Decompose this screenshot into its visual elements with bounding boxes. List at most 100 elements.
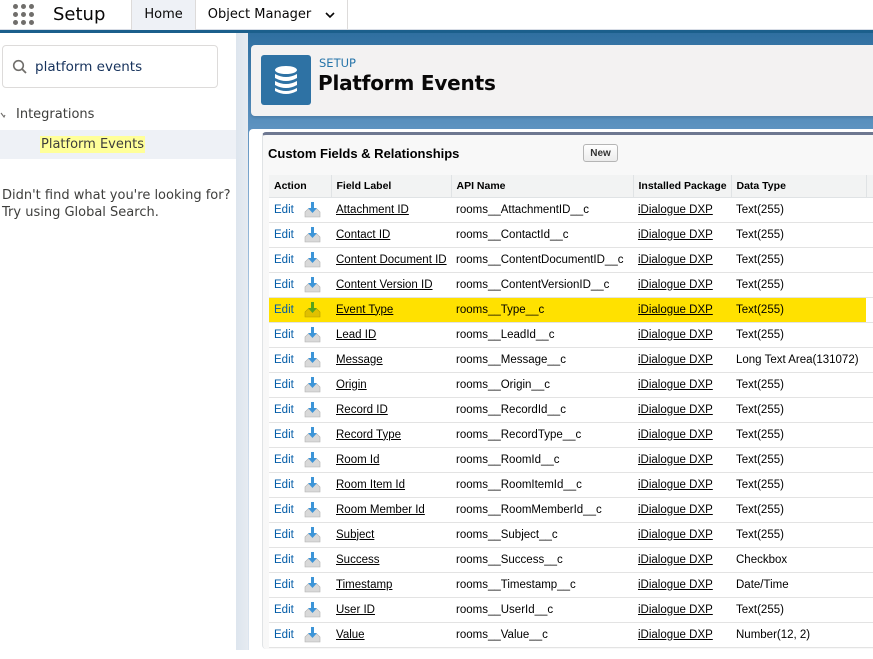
table-row: Edit Timestamp rooms__Timestamp__c iDial… — [269, 572, 873, 598]
managed-package-field-icon — [304, 477, 321, 493]
edit-link[interactable]: Edit — [274, 604, 294, 616]
data-type-cell: Text(255) — [731, 422, 866, 448]
installed-package-link[interactable]: iDialogue DXP — [638, 229, 713, 241]
installed-package-link[interactable]: iDialogue DXP — [638, 579, 713, 591]
installed-package-link[interactable]: iDialogue DXP — [638, 454, 713, 466]
installed-package-cell: iDialogue DXP — [633, 472, 731, 498]
installed-package-link[interactable]: iDialogue DXP — [638, 254, 713, 266]
field-label-link[interactable]: Value — [336, 629, 365, 641]
field-label-link[interactable]: Timestamp — [336, 579, 392, 591]
installed-package-link[interactable]: iDialogue DXP — [638, 204, 713, 216]
edit-link[interactable]: Edit — [274, 354, 294, 366]
table-row: Edit Lead ID rooms__LeadId__c iDialogue … — [269, 322, 873, 348]
installed-package-link[interactable]: iDialogue DXP — [638, 429, 713, 441]
installed-package-link[interactable]: iDialogue DXP — [638, 479, 713, 491]
action-cell: Edit — [269, 372, 299, 398]
edit-link[interactable]: Edit — [274, 479, 294, 491]
column-header-installed-package[interactable]: Installed Package — [633, 175, 732, 198]
managed-package-field-icon — [304, 252, 321, 268]
edit-link[interactable]: Edit — [274, 254, 294, 266]
field-label-link[interactable]: Origin — [336, 379, 367, 391]
installed-package-link[interactable]: iDialogue DXP — [638, 329, 713, 341]
installed-package-cell: iDialogue DXP — [633, 522, 731, 548]
edit-link[interactable]: Edit — [274, 329, 294, 341]
field-label-link[interactable]: Content Document ID — [336, 254, 447, 266]
icon-cell — [299, 322, 331, 348]
edit-link[interactable]: Edit — [274, 204, 294, 216]
extra-cell — [866, 222, 873, 248]
managed-package-field-icon — [304, 452, 321, 468]
installed-package-link[interactable]: iDialogue DXP — [638, 504, 713, 516]
icon-cell — [299, 372, 331, 398]
tab-object-manager-label: Object Manager — [207, 7, 312, 22]
edit-link[interactable]: Edit — [274, 379, 294, 391]
quick-find-search[interactable] — [2, 45, 218, 88]
extra-cell — [866, 522, 873, 548]
edit-link[interactable]: Edit — [274, 579, 294, 591]
tree-group-integrations[interactable]: Integrations — [0, 103, 236, 125]
icon-cell — [299, 522, 331, 548]
field-label-link[interactable]: Subject — [336, 529, 374, 541]
field-label-cell: Origin — [331, 372, 451, 398]
installed-package-cell: iDialogue DXP — [633, 372, 731, 398]
field-label-link[interactable]: Content Version ID — [336, 279, 433, 291]
managed-package-field-icon — [304, 202, 321, 218]
field-label-link[interactable]: User ID — [336, 604, 375, 616]
installed-package-cell: iDialogue DXP — [633, 322, 731, 348]
edit-link[interactable]: Edit — [274, 404, 294, 416]
app-launcher-button[interactable] — [6, 0, 40, 30]
tree-item-platform-events[interactable]: Platform Events — [0, 130, 236, 159]
field-label-link[interactable]: Record ID — [336, 404, 388, 416]
edit-link[interactable]: Edit — [274, 504, 294, 516]
tree-group-label: Integrations — [16, 106, 95, 122]
tab-object-manager[interactable]: Object Manager — [194, 0, 349, 30]
field-label-link[interactable]: Success — [336, 554, 379, 566]
field-label-cell: Timestamp — [331, 572, 451, 598]
data-type-cell: Text(255) — [731, 272, 866, 298]
edit-link[interactable]: Edit — [274, 554, 294, 566]
installed-package-link[interactable]: iDialogue DXP — [638, 604, 713, 616]
data-type-cell: Text(255) — [731, 447, 866, 473]
edit-link[interactable]: Edit — [274, 454, 294, 466]
installed-package-link[interactable]: iDialogue DXP — [638, 304, 713, 316]
edit-link[interactable]: Edit — [274, 304, 294, 316]
edit-link[interactable]: Edit — [274, 429, 294, 441]
column-header-data-type[interactable]: Data Type — [731, 175, 867, 198]
edit-link[interactable]: Edit — [274, 529, 294, 541]
field-label-link[interactable]: Attachment ID — [336, 204, 409, 216]
managed-package-field-icon — [304, 502, 321, 518]
installed-package-link[interactable]: iDialogue DXP — [638, 404, 713, 416]
edit-link[interactable]: Edit — [274, 279, 294, 291]
action-cell: Edit — [269, 347, 299, 373]
field-label-link[interactable]: Contact ID — [336, 229, 390, 241]
installed-package-link[interactable]: iDialogue DXP — [638, 629, 713, 641]
installed-package-link[interactable]: iDialogue DXP — [638, 529, 713, 541]
new-field-button[interactable]: New — [583, 144, 618, 162]
field-label-link[interactable]: Lead ID — [336, 329, 376, 341]
api-name-cell: rooms__Timestamp__c — [451, 572, 633, 598]
field-label-link[interactable]: Event Type — [336, 304, 393, 316]
edit-link[interactable]: Edit — [274, 629, 294, 641]
edit-link[interactable]: Edit — [274, 229, 294, 241]
action-cell: Edit — [269, 547, 299, 573]
field-label-link[interactable]: Room Item Id — [336, 479, 405, 491]
tab-home[interactable]: Home — [131, 0, 195, 30]
installed-package-link[interactable]: iDialogue DXP — [638, 354, 713, 366]
field-label-link[interactable]: Message — [336, 354, 383, 366]
column-header-field-label[interactable]: Field Label — [331, 175, 452, 198]
chevron-expanded-icon[interactable] — [0, 109, 10, 119]
field-label-link[interactable]: Record Type — [336, 429, 401, 441]
quick-find-input[interactable] — [35, 58, 205, 75]
chevron-down-icon[interactable] — [325, 10, 335, 20]
api-name-cell: rooms__AttachmentID__c — [451, 197, 633, 223]
field-label-link[interactable]: Room Member Id — [336, 504, 425, 516]
installed-package-link[interactable]: iDialogue DXP — [638, 379, 713, 391]
extra-cell — [866, 422, 873, 448]
installed-package-link[interactable]: iDialogue DXP — [638, 279, 713, 291]
page-header: SETUP Platform Events — [251, 45, 873, 116]
installed-package-link[interactable]: iDialogue DXP — [638, 554, 713, 566]
column-header-api-name[interactable]: API Name — [451, 175, 634, 198]
field-label-link[interactable]: Room Id — [336, 454, 379, 466]
api-name-cell: rooms__UserId__c — [451, 597, 633, 623]
action-cell: Edit — [269, 497, 299, 523]
